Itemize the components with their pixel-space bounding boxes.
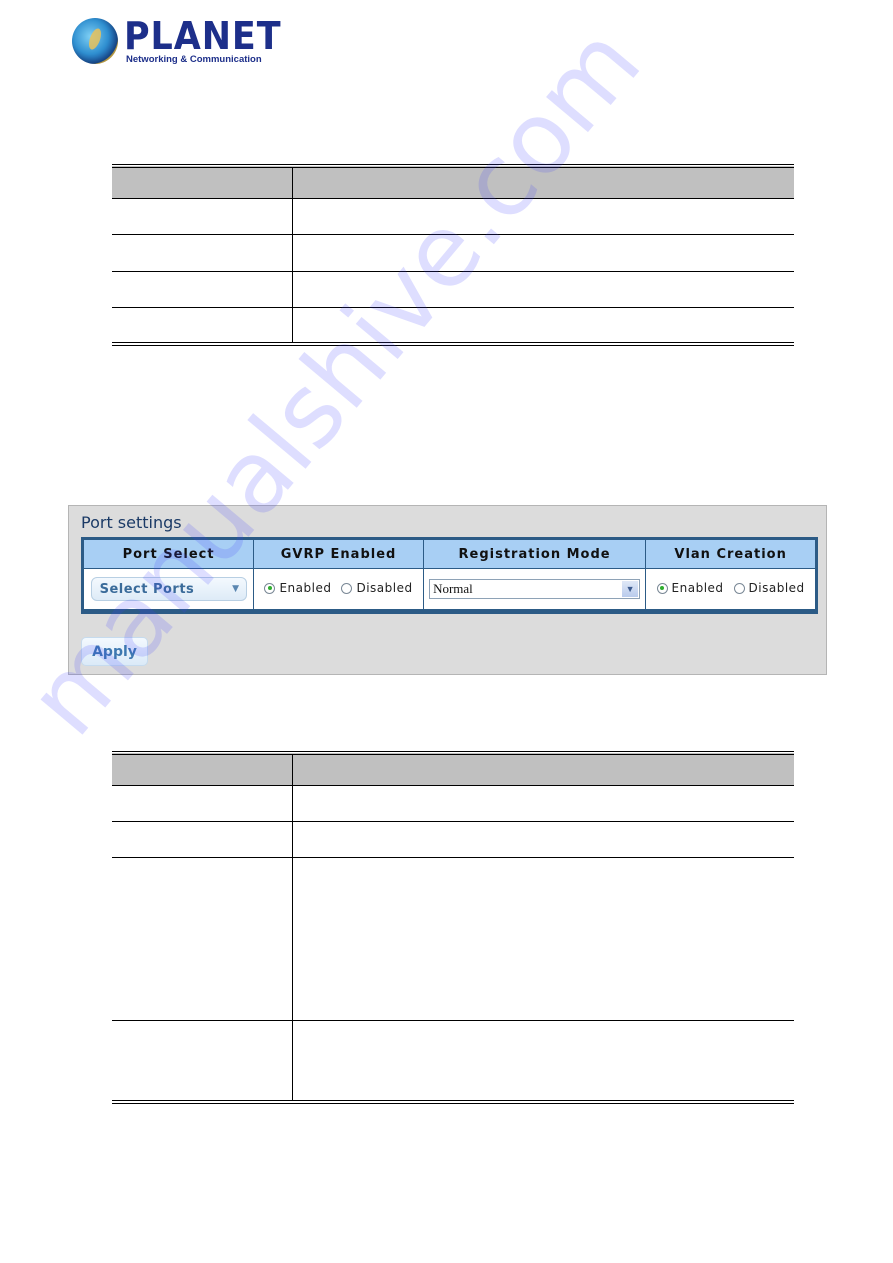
apply-button[interactable]: Apply [81, 637, 148, 666]
table-cell [292, 198, 794, 235]
port-settings-panel: Port settings Port Select GVRP Enabled R… [68, 505, 827, 675]
gvrp-disabled-radio[interactable] [341, 582, 353, 594]
table-row [112, 857, 794, 1021]
vlan-creation-radio-group: Enabled Disabled [656, 581, 805, 596]
chevron-down-icon: ▼ [232, 584, 240, 594]
table-header-row [112, 166, 794, 199]
table-cell [112, 1020, 293, 1102]
registration-mode-value: Normal [433, 581, 473, 596]
planet-logo: PLANET Networking & Communication [70, 14, 281, 70]
table-header-cell [112, 166, 293, 199]
gvrp-enabled-cell: Enabled Disabled [253, 568, 424, 612]
table-cell [112, 857, 293, 1021]
gvrp-radio-group: Enabled Disabled [264, 581, 412, 595]
select-ports-dropdown[interactable]: Select Ports ▼ [90, 577, 247, 601]
table-header-row [112, 753, 794, 786]
table-row [112, 1020, 794, 1102]
gvrp-disabled-label: Disabled [356, 581, 413, 596]
column-header-gvrp-enabled: GVRP Enabled [253, 538, 424, 569]
port-settings-row: Select Ports ▼ Enabled Disabled Normal ▼ [82, 568, 817, 612]
globe-icon [72, 18, 118, 64]
table-row [112, 234, 794, 272]
object-description-table-2 [112, 751, 794, 1104]
panel-title: Port settings [81, 513, 182, 532]
table-row [112, 785, 794, 822]
column-header-registration-mode: Registration Mode [423, 538, 647, 569]
table-cell [292, 821, 794, 858]
table-cell [112, 234, 293, 272]
table-cell [292, 271, 794, 308]
table-row [112, 307, 794, 344]
logo-name: PLANET [124, 14, 282, 58]
object-description-table-1 [112, 164, 794, 346]
table-cell [112, 785, 293, 822]
column-header-vlan-creation: Vlan Creation [645, 538, 817, 569]
gvrp-enabled-label: Enabled [279, 581, 332, 596]
table-cell [293, 1020, 795, 1102]
vlan-creation-disabled-label: Disabled [748, 581, 805, 596]
vlan-creation-disabled-radio[interactable] [733, 582, 745, 594]
vlan-creation-enabled-label: Enabled [671, 581, 724, 596]
column-header-port-select: Port Select [82, 538, 255, 569]
table-row [112, 271, 794, 308]
vlan-creation-cell: Enabled Disabled [646, 569, 817, 612]
table-cell [292, 785, 794, 822]
table-cell [112, 198, 293, 235]
select-ports-label: Select Ports [99, 581, 195, 597]
table-row [112, 821, 794, 858]
table-cell [112, 821, 293, 858]
port-settings-header-row: Port Select GVRP Enabled Registration Mo… [82, 538, 817, 569]
table-header-cell [112, 753, 293, 786]
vlan-creation-enabled-radio[interactable] [656, 582, 668, 594]
registration-mode-select[interactable]: Normal ▼ [429, 579, 641, 599]
table-header-cell [292, 753, 794, 786]
table-cell [112, 307, 293, 344]
chevron-down-icon: ▼ [622, 581, 639, 597]
registration-mode-cell: Normal ▼ [423, 568, 647, 612]
table-row [112, 198, 794, 235]
table-header-cell [292, 166, 794, 199]
table-cell [293, 307, 795, 344]
port-select-cell: Select Ports ▼ [82, 568, 255, 612]
gvrp-enabled-radio[interactable] [264, 582, 276, 594]
logo-tagline: Networking & Communication [126, 54, 262, 65]
table-cell [292, 857, 794, 1021]
table-cell [292, 234, 794, 272]
port-settings-table: Port Select GVRP Enabled Registration Mo… [81, 537, 818, 614]
table-cell [112, 271, 293, 308]
